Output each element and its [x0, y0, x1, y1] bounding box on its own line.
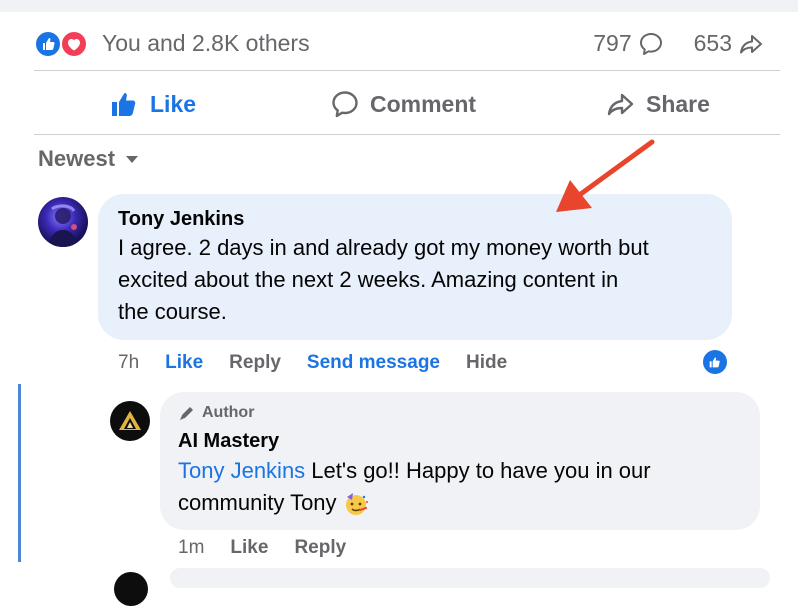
author-badge: Author [178, 404, 254, 422]
comment-author[interactable]: Tony Jenkins [118, 208, 244, 231]
avatar[interactable] [114, 572, 148, 606]
party-face-emoji-icon [345, 493, 368, 516]
share-count[interactable]: 653 [694, 30, 732, 57]
avatar[interactable] [38, 197, 88, 247]
reactions-summary: You and 2.8K others 797 653 [34, 28, 764, 58]
send-message-button[interactable]: Send message [307, 352, 440, 374]
share-count-icon [740, 34, 762, 53]
divider [34, 70, 780, 71]
sort-label: Newest [38, 146, 116, 171]
reply-bubble: Author AI Mastery Tony Jenkins Let's go!… [160, 392, 760, 530]
mention-link[interactable]: Tony Jenkins [178, 458, 305, 483]
comment-button[interactable]: Comment [330, 82, 476, 126]
author-badge-label: Author [202, 404, 255, 421]
comment-like-badge-icon[interactable] [701, 348, 729, 376]
author-avatar[interactable] [110, 401, 150, 441]
post-action-bar: Like Comment Share [34, 82, 780, 126]
pencil-icon [180, 407, 193, 420]
like-button-label: Like [150, 90, 197, 117]
hide-comment-button[interactable]: Hide [466, 352, 507, 374]
reply-timestamp: 1m [178, 537, 205, 558]
reply-author[interactable]: AI Mastery [178, 430, 279, 453]
logo-icon [119, 411, 141, 430]
thumbs-up-icon [112, 93, 136, 116]
share-icon [607, 93, 634, 116]
comment-sort-dropdown[interactable]: Newest [38, 146, 139, 172]
reply-reply-button[interactable]: Reply [294, 537, 346, 559]
reply-text: community Tony [178, 490, 337, 515]
reaction-icons[interactable] [34, 30, 94, 58]
comment-like-button[interactable]: Like [165, 352, 203, 374]
reply-text: Let's go!! Happy to have you in our [305, 458, 651, 483]
reactions-summary-text[interactable]: You and 2.8K others [102, 30, 310, 57]
reply-text-line: Tony Jenkins Let's go!! Happy to have yo… [178, 455, 651, 487]
comment-text-line: I agree. 2 days in and already got my mo… [118, 235, 649, 260]
annotation-arrow-icon [556, 139, 655, 212]
comment-timestamp: 7h [118, 352, 140, 373]
comment-bubble [170, 568, 770, 588]
share-button[interactable]: Share [606, 82, 710, 126]
comment-actions: 7h Like Reply Send message Hide [118, 352, 533, 374]
reply-text-line: community Tony [178, 487, 369, 519]
caret-down-icon [126, 156, 139, 163]
engagement-counts: 797 653 [593, 30, 764, 57]
comment-text-line: the course. [118, 299, 227, 324]
like-reaction-icon [34, 30, 62, 58]
comment-button-label: Comment [370, 90, 477, 117]
like-button[interactable]: Like [108, 82, 196, 126]
top-background-band [0, 0, 798, 12]
comment-count[interactable]: 797 [593, 30, 631, 57]
thread-indicator [18, 384, 21, 562]
comment-icon [332, 91, 358, 118]
love-reaction-icon [60, 30, 88, 58]
share-button-label: Share [646, 90, 710, 117]
comment-text-line: excited about the next 2 weeks. Amazing … [118, 267, 619, 292]
comment-count-icon [639, 32, 662, 55]
comment-reply-button[interactable]: Reply [229, 352, 281, 374]
reply-like-button[interactable]: Like [230, 537, 268, 559]
reply-actions: 1m Like Reply [178, 537, 372, 559]
